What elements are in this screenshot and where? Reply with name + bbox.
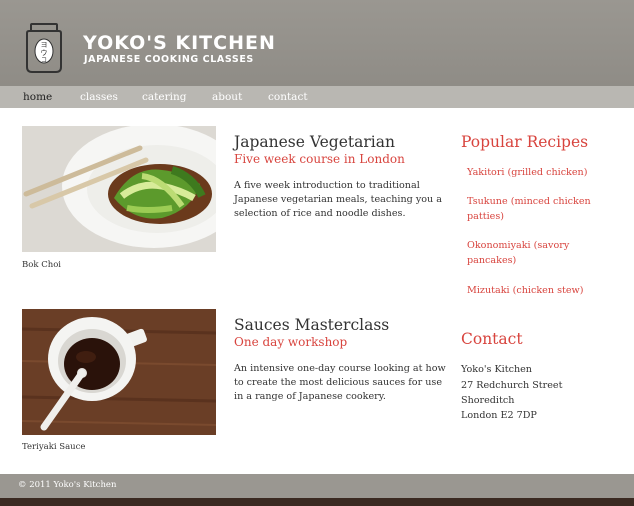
svg-text:ヨ: ヨ: [41, 41, 48, 49]
nav-catering[interactable]: catering: [142, 91, 186, 103]
contact-line: 27 Redchurch Street: [461, 380, 563, 391]
course-title: Sauces Masterclass: [234, 316, 390, 334]
site-subtitle: JAPANESE COOKING CLASSES: [84, 54, 254, 65]
course-description: An intensive one-day course looking at h…: [234, 363, 446, 402]
course-subtitle: One day workshop: [234, 335, 348, 349]
photo-caption: Bok Choi: [22, 260, 62, 270]
recipe-link[interactable]: Yakitori (grilled chicken): [467, 165, 607, 180]
contact-line: Yoko's Kitchen: [461, 364, 532, 375]
svg-text:ウ: ウ: [41, 49, 48, 57]
copyright-text: © 2011 Yoko's Kitchen: [18, 480, 117, 490]
course-title: Japanese Vegetarian: [234, 133, 395, 151]
site-title: YOKO'S KITCHEN: [83, 32, 276, 54]
contact-line: London E2 7DP: [461, 410, 537, 421]
nav-home[interactable]: home: [23, 91, 52, 103]
site-footer: © 2011 Yoko's Kitchen: [0, 474, 634, 498]
recipe-link[interactable]: Mizutaki (chicken stew): [467, 283, 607, 298]
nav-contact[interactable]: contact: [268, 91, 308, 103]
recipe-link[interactable]: Tsukune (minced chicken patties): [467, 194, 597, 224]
recipe-link[interactable]: Okonomiyaki (savory pancakes): [467, 238, 579, 268]
popular-recipes-heading: Popular Recipes: [461, 133, 589, 151]
contact-heading: Contact: [461, 330, 523, 348]
course-description: A five week introduction to traditional …: [234, 180, 442, 219]
page: ヨ ウ コ YOKO'S KITCHEN JAPANESE COOKING CL…: [0, 0, 634, 498]
contact-line: Shoreditch: [461, 395, 515, 406]
nav-classes[interactable]: classes: [80, 91, 118, 103]
teriyaki-sauce-photo: [22, 309, 216, 435]
kitchen-jar-logo-icon[interactable]: ヨ ウ コ: [23, 21, 65, 75]
main-nav: home classes catering about contact: [0, 86, 634, 108]
course-subtitle: Five week course in London: [234, 152, 405, 166]
nav-about[interactable]: about: [212, 91, 242, 103]
svg-text:コ: コ: [41, 57, 47, 64]
photo-caption: Teriyaki Sauce: [22, 442, 86, 452]
site-header: ヨ ウ コ YOKO'S KITCHEN JAPANESE COOKING CL…: [0, 0, 634, 86]
bok-choi-photo: [22, 126, 216, 252]
